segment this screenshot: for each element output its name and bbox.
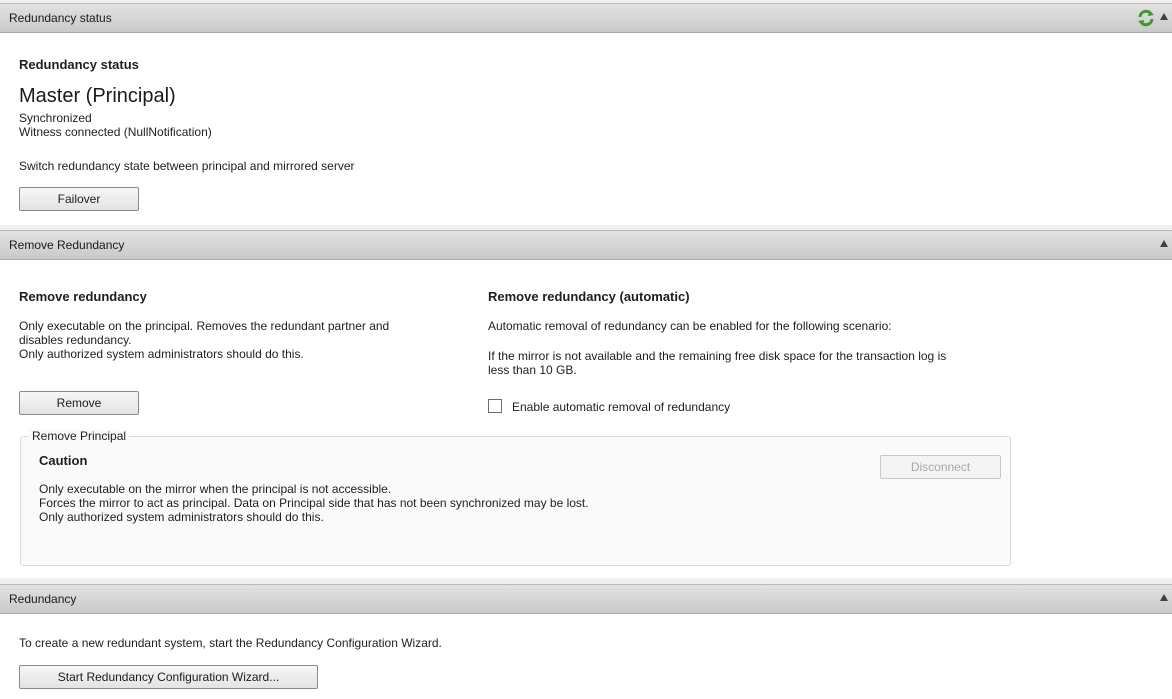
collapse-arrow-icon[interactable]	[1160, 13, 1168, 20]
caution-heading: Caution	[39, 453, 88, 468]
redundancy-header[interactable]: Redundancy	[0, 584, 1172, 614]
remove-redundancy-header[interactable]: Remove Redundancy	[0, 230, 1172, 260]
wizard-description: To create a new redundant system, start …	[19, 636, 442, 650]
section-header-label: Remove Redundancy	[9, 238, 125, 252]
remove-title: Remove redundancy	[19, 289, 147, 304]
caution-line1: Only executable on the mirror when the p…	[39, 482, 392, 496]
remove-button[interactable]: Remove	[19, 391, 139, 415]
auto-remove-scenario-line1: If the mirror is not available and the r…	[488, 349, 947, 363]
disconnect-button[interactable]: Disconnect	[880, 455, 1001, 479]
collapse-arrow-icon[interactable]	[1160, 594, 1168, 601]
collapse-arrow-icon[interactable]	[1160, 240, 1168, 247]
status-witness: Witness connected (NullNotification)	[19, 125, 212, 139]
redundancy-status-body: Redundancy status Master (Principal) Syn…	[0, 33, 1172, 225]
auto-remove-scenario-line2: less than 10 GB.	[488, 363, 577, 377]
auto-remove-checkbox-label[interactable]: Enable automatic removal of redundancy	[512, 400, 730, 414]
refresh-icon[interactable]	[1137, 9, 1155, 27]
auto-remove-desc: Automatic removal of redundancy can be e…	[488, 319, 892, 333]
status-sync: Synchronized	[19, 111, 92, 125]
remove-desc-line3: Only authorized system administrators sh…	[19, 347, 304, 361]
failover-button[interactable]: Failover	[19, 187, 139, 211]
start-wizard-button[interactable]: Start Redundancy Configuration Wizard...	[19, 665, 318, 689]
switch-description: Switch redundancy state between principa…	[19, 159, 355, 173]
redundancy-body: To create a new redundant system, start …	[0, 614, 1172, 699]
remove-desc-line2: disables redundancy.	[19, 333, 132, 347]
caution-line3: Only authorized system administrators sh…	[39, 510, 324, 524]
redundancy-status-header[interactable]: Redundancy status	[0, 3, 1172, 33]
section-header-label: Redundancy status	[9, 11, 112, 25]
remove-desc-line1: Only executable on the principal. Remove…	[19, 319, 390, 333]
status-state: Master (Principal)	[19, 85, 176, 107]
auto-remove-checkbox[interactable]	[488, 399, 502, 413]
remove-principal-group-label: Remove Principal	[29, 429, 130, 443]
status-title: Redundancy status	[19, 57, 139, 72]
section-header-label: Redundancy	[9, 592, 77, 606]
auto-remove-title: Remove redundancy (automatic)	[488, 289, 690, 304]
caution-line2: Forces the mirror to act as principal. D…	[39, 496, 589, 510]
